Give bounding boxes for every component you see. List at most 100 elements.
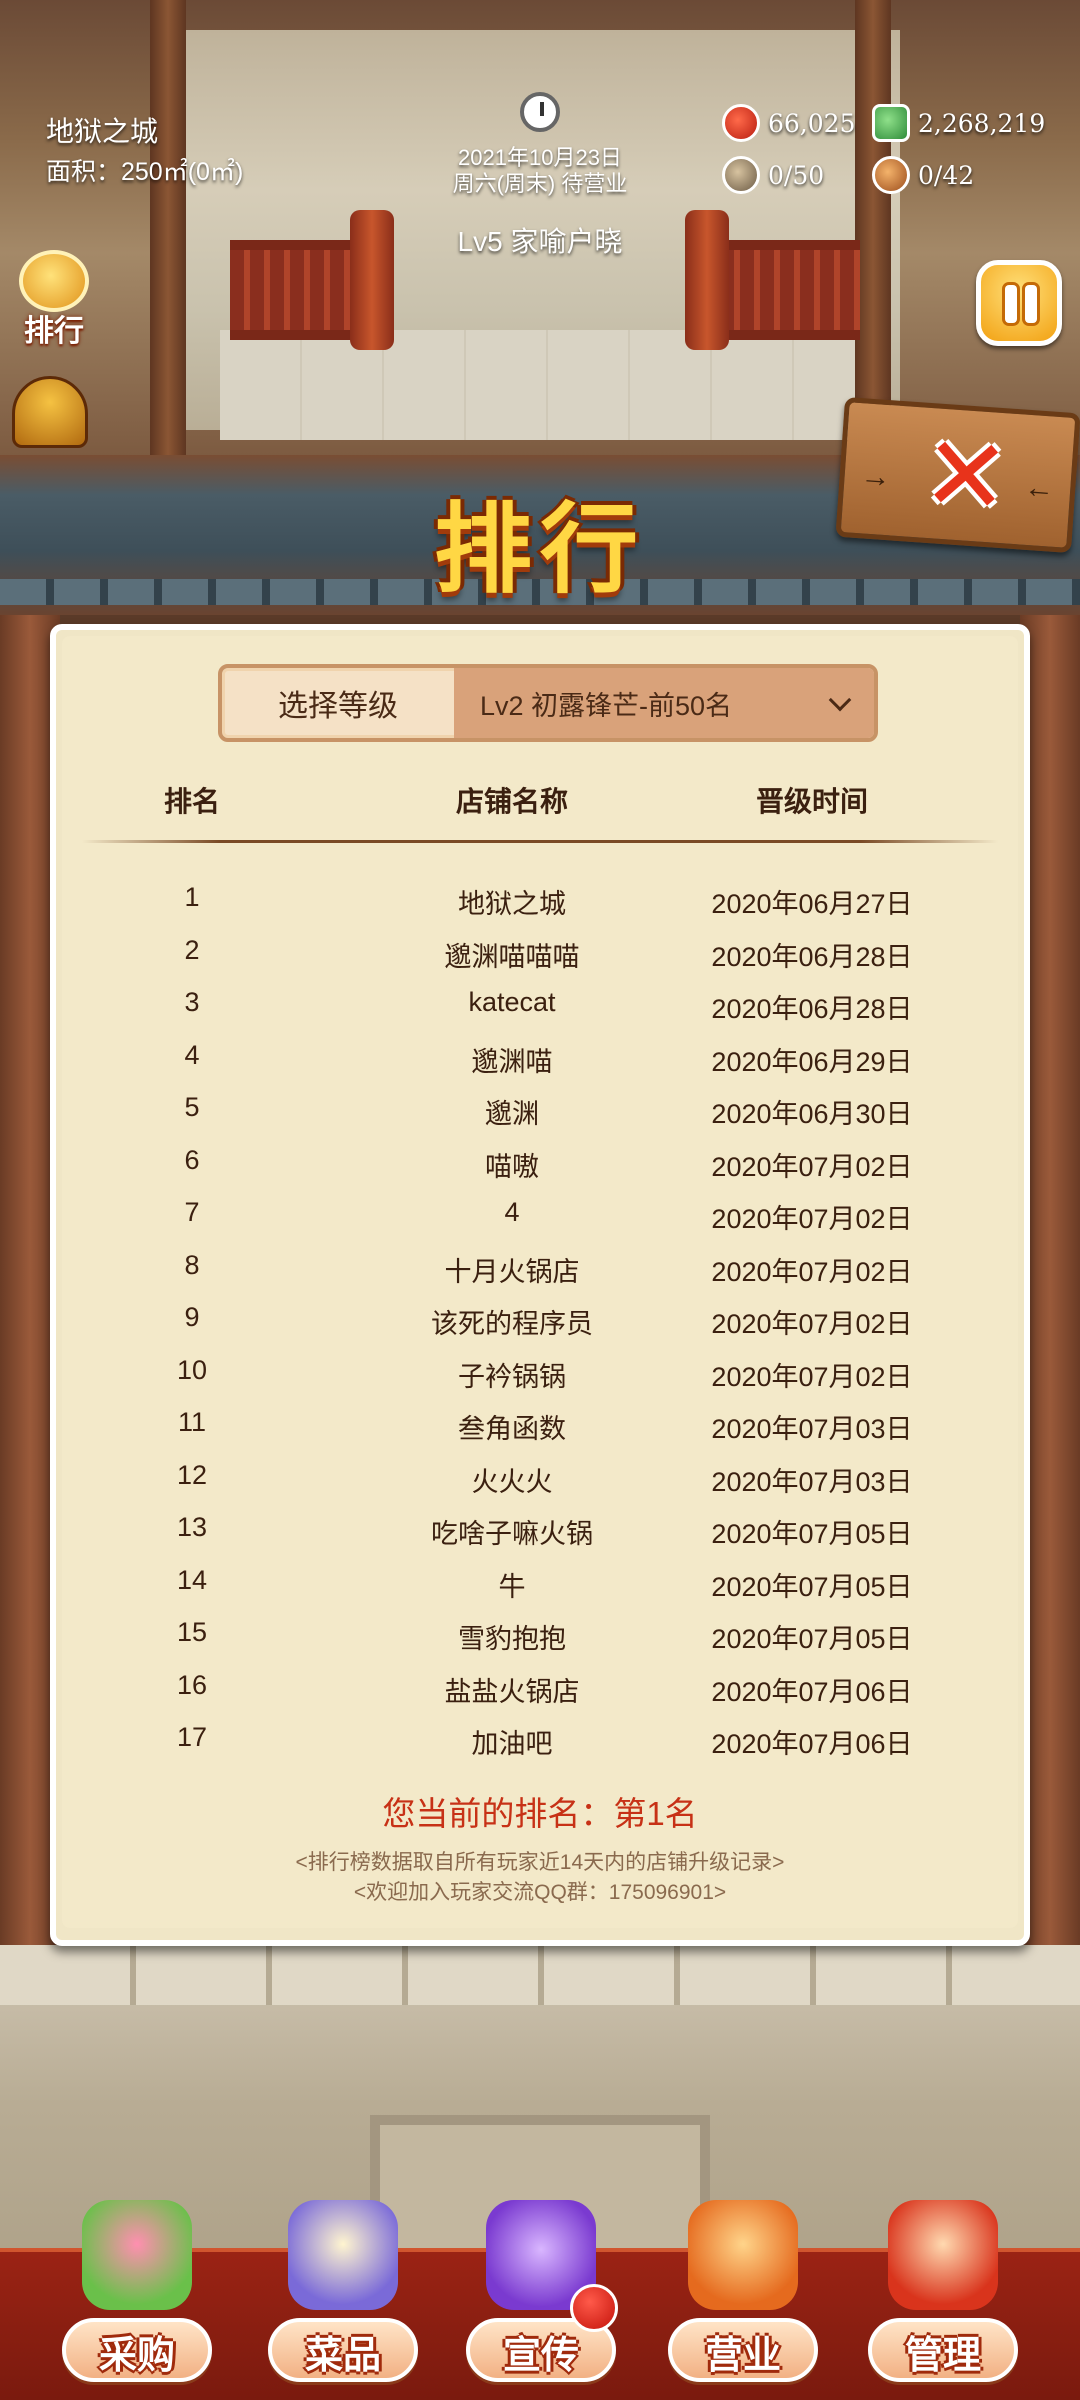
- arrow-left-icon: ←: [1023, 470, 1056, 506]
- level-title: Lv5 家喻户晓: [457, 226, 623, 257]
- cash-icon: [872, 104, 910, 142]
- resource-customers[interactable]: 0/42: [872, 156, 974, 194]
- resource-cash-value: 2,268,219: [918, 108, 1046, 138]
- floor-tiles: [0, 1945, 1080, 2005]
- nav-business-label: 营业: [704, 2335, 781, 2377]
- level-selector-value: Lv2 初露锋芒-前50名: [480, 690, 733, 721]
- table-row: 15 雪豹抱抱 2020年07月05日: [62, 1611, 1018, 1664]
- column-header-promotion-time: 晋级时间: [755, 786, 868, 817]
- table-row: 9 该死的程序员 2020年07月02日: [62, 1296, 1018, 1349]
- dish-icon: [288, 2200, 398, 2310]
- row-rank: 4: [184, 1039, 200, 1070]
- row-time: 2020年07月02日: [711, 1309, 913, 1339]
- resource-workers-value: 0/50: [768, 160, 825, 190]
- data-source-note: <排行榜数据取自所有玩家近14天内的店铺升级记录>: [295, 1851, 785, 1874]
- table-row: 8 十月火锅店 2020年07月02日: [62, 1244, 1018, 1297]
- ranking-button[interactable]: 排行: [12, 250, 96, 350]
- row-time: 2020年07月02日: [711, 1151, 913, 1182]
- my-rank-text: 您当前的排名：第1名: [382, 1795, 698, 1832]
- row-time: 2020年07月05日: [711, 1624, 913, 1654]
- ranking-list[interactable]: 1 地狱之城 2020年06月27日 2 邈渊喵喵喵 2020年06月28日 3 kate…: [62, 876, 1018, 1769]
- level-selector-label: 选择等级: [278, 690, 398, 723]
- resource-customers-value: 0/42: [918, 160, 975, 190]
- medal-icon: [19, 250, 89, 312]
- row-time: 2020年07月05日: [711, 1571, 913, 1602]
- table-row: 7 4 2020年07月02日: [62, 1191, 1018, 1244]
- row-time: 2020年06月28日: [711, 994, 913, 1024]
- row-time: 2020年07月02日: [711, 1361, 913, 1392]
- row-rank: 16: [176, 1669, 208, 1700]
- table-row: 14 牛 2020年07月05日: [62, 1559, 1018, 1612]
- row-time: 2020年07月05日: [711, 1519, 913, 1549]
- row-rank: 10: [176, 1354, 208, 1385]
- pause-button[interactable]: [976, 260, 1062, 346]
- resource-cash[interactable]: 2,268,219: [872, 104, 1045, 142]
- table-row: 13 吃啥子嘛火锅 2020年07月05日: [62, 1506, 1018, 1559]
- nav-purchase-label: 采购: [98, 2335, 175, 2377]
- table-row: 6 喵嗷 2020年07月02日: [62, 1139, 1018, 1192]
- level-selector[interactable]: 选择等级 Lv2 初露锋芒-前50名: [218, 664, 878, 742]
- row-rank: 11: [177, 1407, 207, 1437]
- row-time: 2020年07月02日: [711, 1204, 913, 1234]
- table-row: 1 地狱之城 2020年06月27日: [62, 876, 1018, 929]
- panel-title: 排行: [433, 494, 646, 604]
- row-time: 2020年07月06日: [711, 1729, 913, 1759]
- resource-tomato-value: 66,025: [768, 108, 856, 138]
- row-rank: 6: [184, 1144, 200, 1175]
- level-selector-dropdown[interactable]: Lv2 初露锋芒-前50名: [454, 668, 874, 738]
- ranking-panel-inner: 选择等级 Lv2 初露锋芒-前50名 排名 店铺名称 晋级时间 1 地狱之城 202…: [62, 636, 1018, 1928]
- close-icon: ✕: [918, 411, 1014, 540]
- vegetable-basket-icon: [82, 2200, 192, 2310]
- row-rank: 14: [176, 1564, 208, 1595]
- table-row: 4 邈渊喵 2020年06月29日: [62, 1034, 1018, 1087]
- nav-purchase-button[interactable]: 采购: [62, 2200, 212, 2390]
- row-time: 2020年06月27日: [711, 889, 913, 919]
- notification-dot: [570, 2284, 618, 2332]
- table-row: 12 火火火 2020年07月03日: [62, 1454, 1018, 1507]
- ranking-button-label: 排行: [24, 315, 84, 348]
- row-time: 2020年07月02日: [711, 1256, 913, 1287]
- post-right: [685, 210, 729, 350]
- pillar-right: [855, 0, 891, 460]
- row-rank: 9: [184, 1302, 200, 1332]
- table-row: 17 加油吧 2020年07月06日: [62, 1716, 1018, 1769]
- row-rank: 7: [184, 1197, 200, 1227]
- row-rank: 8: [184, 1249, 200, 1280]
- nav-business-button[interactable]: 营业: [668, 2200, 818, 2390]
- shop-area: 面积：250㎡(0㎡): [46, 158, 244, 186]
- ranking-panel: 选择等级 Lv2 初露锋芒-前50名 排名 店铺名称 晋级时间 1 地狱之城 202…: [50, 624, 1030, 1946]
- pillar-left: [150, 0, 186, 460]
- table-header: 排名 店铺名称 晋级时间: [62, 780, 1018, 820]
- shop-name: 地狱之城: [46, 116, 159, 147]
- row-time: 2020年06月28日: [711, 941, 913, 972]
- table-row: 11 叁角函数 2020年07月03日: [62, 1401, 1018, 1454]
- staff-icon: [888, 2200, 998, 2310]
- header-divider: [82, 840, 998, 843]
- qq-group-note: <欢迎加入玩家交流QQ群：175096901>: [353, 1881, 727, 1904]
- resource-tomato[interactable]: 66,025: [722, 104, 855, 142]
- table-row: 3 katecat 2020年06月28日: [62, 981, 1018, 1034]
- nav-promotion-label: 宣传: [502, 2335, 579, 2377]
- table-row: 2 邈渊喵喵喵 2020年06月28日: [62, 929, 1018, 982]
- table-row: 10 子衿锅锅 2020年07月02日: [62, 1349, 1018, 1402]
- clock-icon: [520, 92, 560, 132]
- table-row: 5 邈渊 2020年06月30日: [62, 1086, 1018, 1139]
- row-time: 2020年07月03日: [711, 1414, 913, 1444]
- worker-icon: [722, 156, 760, 194]
- row-rank: 2: [184, 934, 200, 965]
- post-left: [350, 210, 394, 350]
- nav-management-label: 管理: [904, 2335, 981, 2377]
- column-header-rank: 排名: [163, 786, 220, 817]
- row-time: 2020年07月06日: [711, 1676, 913, 1707]
- money-pot-icon[interactable]: [12, 376, 88, 448]
- row-rank: 5: [184, 1092, 200, 1122]
- row-time: 2020年06月29日: [711, 1046, 913, 1077]
- nav-dishes-button[interactable]: 菜品: [268, 2200, 418, 2390]
- resource-workers[interactable]: 0/50: [722, 156, 824, 194]
- chevron-down-icon: [828, 688, 852, 712]
- nav-dishes-label: 菜品: [304, 2335, 381, 2377]
- row-time: 2020年06月30日: [711, 1099, 913, 1129]
- close-button[interactable]: → ✕ ←: [835, 396, 1080, 554]
- nav-management-button[interactable]: 管理: [868, 2200, 1018, 2390]
- customer-icon: [872, 156, 910, 194]
